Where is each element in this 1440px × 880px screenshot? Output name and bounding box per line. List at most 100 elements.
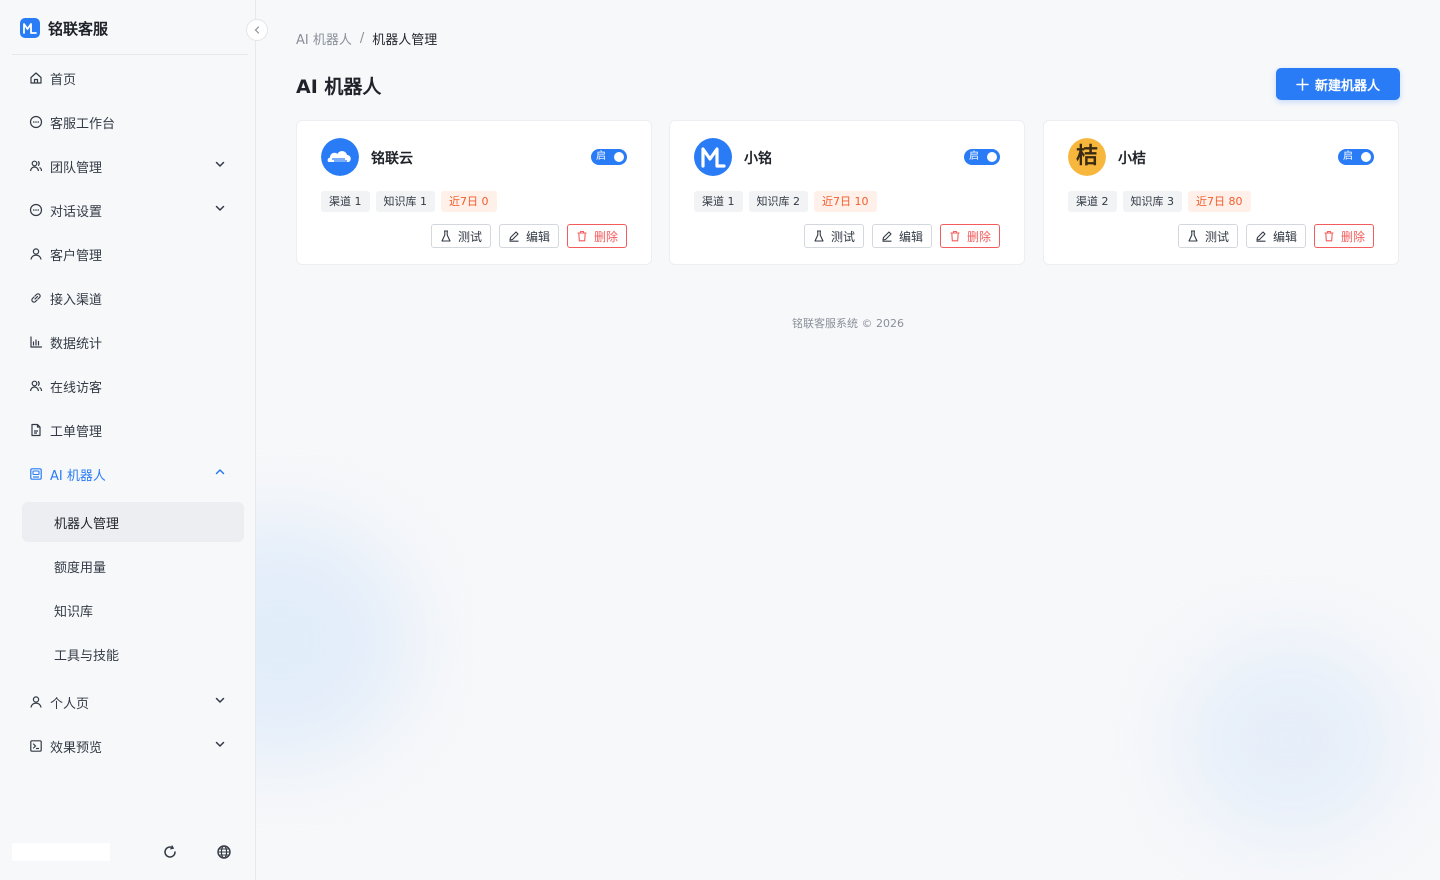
sidebar-item[interactable]: AI 机器人 — [16, 454, 244, 494]
sidebar-item[interactable]: 接入渠道 — [16, 278, 244, 318]
bot-enable-toggle[interactable]: 启 — [591, 149, 627, 165]
breadcrumb-separator: / — [359, 31, 365, 46]
breadcrumb: AI 机器人 / 机器人管理 — [296, 29, 437, 48]
toggle-knob — [614, 152, 624, 162]
sidebar-subitem[interactable]: 工具与技能 — [22, 634, 244, 674]
trash-icon — [1323, 230, 1335, 242]
delete-button[interactable]: 删除 — [939, 224, 1000, 248]
bot-tags: 渠道 1 知识库 2 近7日 10 — [694, 191, 877, 212]
sidebar-item[interactable]: 客服工作台 — [16, 102, 244, 142]
robot-icon — [28, 466, 44, 482]
sidebar-item-label: 客服工作台 — [50, 116, 116, 132]
sidebar-subitem-label: 机器人管理 — [54, 516, 120, 532]
sidebar-item-label: 在线访客 — [50, 380, 103, 396]
sidebar-footer — [0, 830, 256, 874]
stat-tag: 渠道 1 — [321, 191, 370, 212]
test-button[interactable]: 测试 — [1177, 224, 1238, 248]
sidebar-item[interactable]: 个人页 — [16, 682, 244, 722]
pencil-icon — [1255, 230, 1267, 242]
edit-button[interactable]: 编辑 — [498, 224, 559, 248]
page-title: AI 机器人 — [296, 76, 382, 98]
test-button-label: 测试 — [830, 229, 855, 244]
sidebar-subitem[interactable]: 额度用量 — [22, 546, 244, 586]
globe-icon[interactable] — [214, 842, 234, 862]
document-icon — [28, 422, 44, 438]
sidebar-collapse-button[interactable] — [246, 19, 268, 41]
sidebar-item[interactable]: 工单管理 — [16, 410, 244, 450]
orange-avatar-icon: 桔 — [1068, 138, 1106, 176]
bot-tags: 渠道 2 知识库 3 近7日 80 — [1068, 191, 1251, 212]
sidebar-item[interactable]: 客户管理 — [16, 234, 244, 274]
breadcrumb-parent[interactable]: AI 机器人 — [296, 29, 352, 48]
bot-name: 小桔 — [1118, 151, 1146, 167]
refresh-icon[interactable] — [160, 842, 180, 862]
bot-card[interactable]: 桔 小桔 启渠道 2 知识库 3 近7日 80 测试 编辑 删除 — [1043, 120, 1399, 265]
trash-icon — [576, 230, 588, 242]
sidebar-subitem-label: 额度用量 — [54, 560, 107, 576]
sidebar-item-label: 团队管理 — [50, 160, 103, 176]
delete-button-label: 删除 — [1340, 229, 1365, 244]
stat-tag: 渠道 2 — [1068, 191, 1117, 212]
bot-name: 小铭 — [744, 151, 772, 167]
sidebar-item-label: 接入渠道 — [50, 292, 103, 308]
bot-card[interactable]: 铭联云 启渠道 1 知识库 1 近7日 0 测试 编辑 删除 — [296, 120, 652, 265]
edit-button-label: 编辑 — [525, 229, 550, 244]
bot-actions: 测试 编辑 删除 — [803, 224, 1000, 248]
usage-tag: 近7日 80 — [1188, 191, 1251, 212]
sidebar-item-label: 工单管理 — [50, 424, 103, 440]
avatar-char: 桔 — [1075, 144, 1098, 169]
delete-button-label: 删除 — [593, 229, 618, 244]
bot-card[interactable]: 小铭 启渠道 1 知识库 2 近7日 10 测试 编辑 删除 — [669, 120, 1025, 265]
trash-icon — [949, 230, 961, 242]
flask-icon — [813, 230, 825, 242]
m-logo-avatar-icon — [694, 138, 732, 176]
plus-icon — [1296, 77, 1309, 91]
user-name-redacted[interactable] — [12, 843, 110, 861]
bot-card-list: 铭联云启渠道 1 知识库 1 近7日 0 测试 编辑 删除 小铭启渠道 1 知识库 2 近7日 … — [296, 120, 1400, 266]
edit-button-label: 编辑 — [1272, 229, 1297, 244]
sidebar-item[interactable]: 团队管理 — [16, 146, 244, 186]
sidebar-item[interactable]: 效果预览 — [16, 726, 244, 766]
test-button[interactable]: 测试 — [430, 224, 491, 248]
divider — [12, 54, 248, 55]
sidebar-subitem-label: 工具与技能 — [54, 648, 120, 664]
delete-button[interactable]: 删除 — [1313, 224, 1374, 248]
chevron-down-icon — [214, 694, 228, 708]
usage-tag: 近7日 0 — [441, 191, 497, 212]
link-icon — [28, 290, 44, 306]
brand[interactable]: 铭联客服 — [20, 16, 108, 40]
preview-icon — [28, 738, 44, 754]
sidebar-item[interactable]: 数据统计 — [16, 322, 244, 362]
sidebar-item[interactable]: 首页 — [16, 58, 244, 98]
chevron-up-icon — [214, 466, 228, 480]
sidebar-item[interactable]: 对话设置 — [16, 190, 244, 230]
new-bot-button-label: 新建机器人 — [1314, 77, 1380, 93]
home-icon — [28, 70, 44, 86]
new-bot-button[interactable]: 新建机器人 — [1276, 68, 1400, 100]
toggle-label: 启 — [596, 151, 606, 162]
sidebar-subitem[interactable]: 机器人管理 — [22, 502, 244, 542]
brand-name: 铭联客服 — [48, 19, 109, 38]
bot-actions: 测试 编辑 删除 — [430, 224, 627, 248]
edit-button[interactable]: 编辑 — [1245, 224, 1306, 248]
chevron-left-icon — [254, 26, 260, 34]
user-icon — [28, 694, 44, 710]
toggle-label: 启 — [969, 151, 979, 162]
bot-tags: 渠道 1 知识库 1 近7日 0 — [321, 191, 497, 212]
edit-button[interactable]: 编辑 — [871, 224, 932, 248]
chat-bubble-icon — [28, 114, 44, 130]
sidebar-subitem[interactable]: 知识库 — [22, 590, 244, 630]
bot-enable-toggle[interactable]: 启 — [1338, 149, 1374, 165]
test-button[interactable]: 测试 — [803, 224, 864, 248]
chat-bubble-icon — [28, 202, 44, 218]
sidebar-item-label: 数据统计 — [50, 336, 103, 352]
toggle-label: 启 — [1343, 151, 1353, 162]
flask-icon — [1187, 230, 1199, 242]
sidebar-item[interactable]: 在线访客 — [16, 366, 244, 406]
user-icon — [28, 246, 44, 262]
sidebar: 铭联客服 首页客服工作台团队管理对话设置客户管理接入渠道数据统计在线访客工单管理… — [0, 0, 256, 880]
delete-button[interactable]: 删除 — [566, 224, 627, 248]
main-content: AI 机器人 / 机器人管理 AI 机器人 新建机器人 铭联云启渠道 1 知识库 … — [256, 0, 1440, 880]
sidebar-item-label: 客户管理 — [50, 248, 103, 264]
bot-enable-toggle[interactable]: 启 — [964, 149, 1000, 165]
